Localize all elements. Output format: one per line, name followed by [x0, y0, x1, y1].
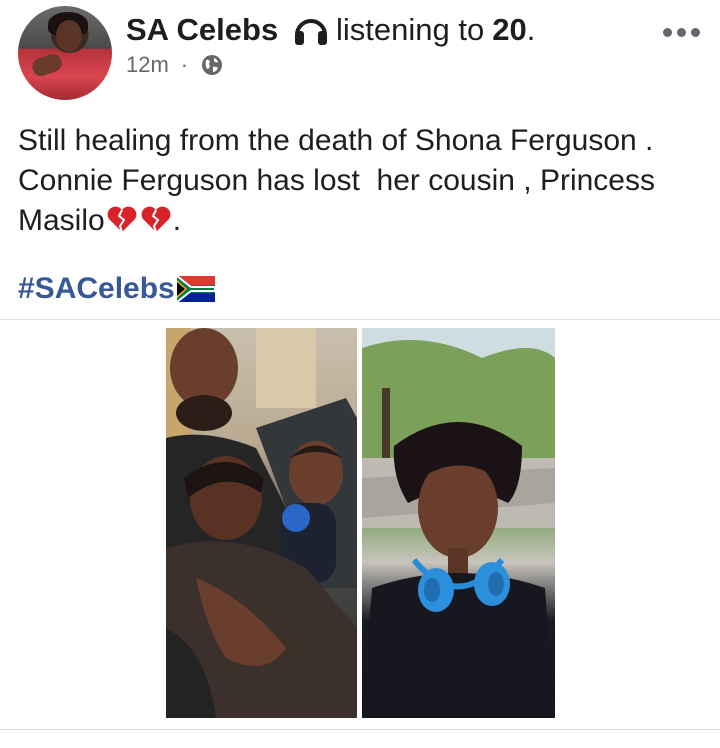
- post-header: SA Celebs listening to 20 . 12m ·: [0, 0, 720, 110]
- avatar[interactable]: [18, 6, 112, 100]
- timestamp[interactable]: 12m: [126, 52, 169, 78]
- post-text-line: Still healing from the death of Shona Fe…: [18, 124, 654, 157]
- broken-heart-icon: [141, 206, 171, 233]
- woman-with-headphones-photo[interactable]: [362, 328, 555, 718]
- post-footer: [0, 729, 720, 748]
- south-africa-flag-icon: [176, 276, 215, 302]
- headphones-icon: [295, 19, 327, 45]
- family-photo-illustration: [166, 328, 357, 718]
- globe-icon[interactable]: [200, 53, 224, 77]
- activity-suffix: .: [526, 12, 536, 47]
- hashtag-link[interactable]: #SACelebs: [18, 272, 215, 306]
- broken-heart-icon: [107, 206, 137, 233]
- activity-status: listening to 20 .: [292, 12, 535, 48]
- post-text-line: Masilo.: [18, 204, 182, 237]
- hashtag-text[interactable]: #SACelebs: [18, 272, 175, 306]
- divider: [0, 319, 720, 320]
- more-options-icon[interactable]: [663, 28, 700, 37]
- author-name[interactable]: SA Celebs: [126, 12, 278, 48]
- post-meta: 12m ·: [126, 52, 224, 78]
- post-text: Still healing from the death of Shona Fe…: [18, 121, 708, 241]
- meta-separator: ·: [180, 52, 189, 77]
- activity-prefix: listening to: [336, 12, 485, 47]
- activity-target[interactable]: 20: [492, 12, 526, 48]
- woman-photo-illustration: [362, 328, 555, 718]
- post-text-line: Connie Ferguson has lost her cousin , Pr…: [18, 164, 655, 197]
- family-photo[interactable]: [166, 328, 357, 718]
